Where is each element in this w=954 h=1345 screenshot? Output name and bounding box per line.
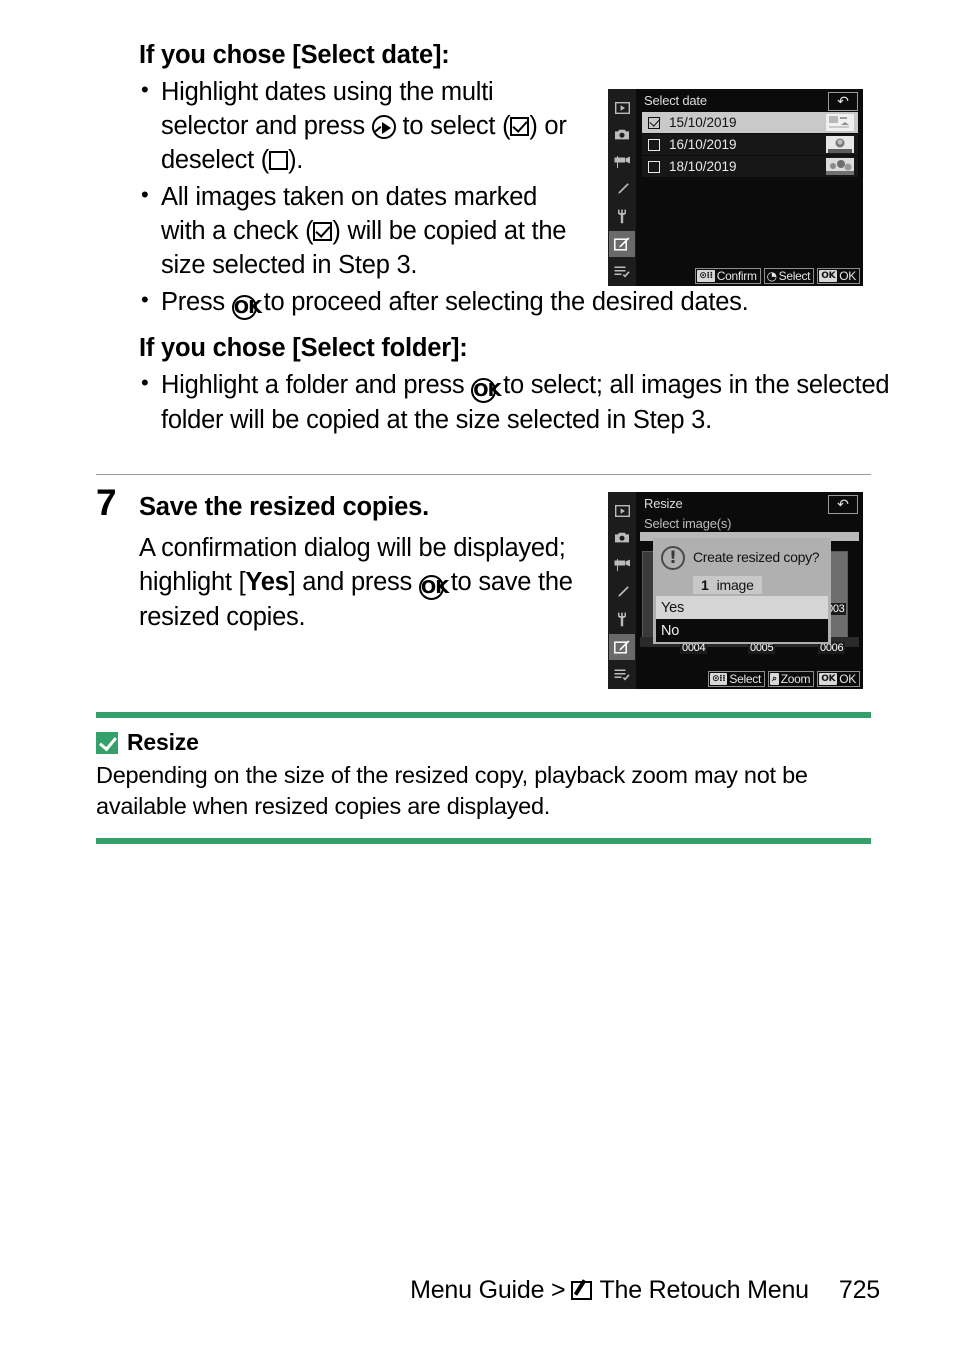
my-menu-icon[interactable] bbox=[609, 259, 635, 284]
date-label: 15/10/2019 bbox=[669, 115, 737, 130]
screen-body: Resize Select image(s) ↶ 0004 0005 0006 … bbox=[636, 492, 863, 689]
date-row[interactable]: 15/10/2019 bbox=[642, 112, 858, 133]
setup-menu-icon[interactable] bbox=[609, 607, 635, 632]
checkmark-note-icon bbox=[96, 731, 118, 754]
screen-title: Resize bbox=[644, 496, 683, 511]
confirm-glyph-icon: ⊙⁝⁝ bbox=[697, 270, 715, 282]
bullet-highlight-folder: Highlight a folder and press OK to selec… bbox=[141, 368, 916, 437]
bullet-all-images: All images taken on dates marked with a … bbox=[141, 180, 581, 282]
dialog-option-yes[interactable]: Yes bbox=[656, 596, 828, 619]
step-7: 7 Save the resized copies. A confirmatio… bbox=[96, 484, 576, 634]
checkbox-empty-icon bbox=[269, 150, 289, 170]
breadcrumb-section: The Retouch Menu bbox=[599, 1276, 809, 1304]
retouch-menu-icon bbox=[571, 1281, 593, 1300]
confirm-dialog: ! Create resized copy? 1 image Yes No bbox=[653, 538, 831, 644]
screen-title: Select date bbox=[644, 93, 707, 108]
date-label: 16/10/2019 bbox=[669, 137, 737, 152]
note-body: Depending on the size of the resized cop… bbox=[96, 762, 808, 820]
dialog-question: Create resized copy? bbox=[693, 549, 820, 565]
toolbar-select-button[interactable]: ◔ Select bbox=[763, 268, 815, 284]
my-menu-icon[interactable] bbox=[609, 662, 635, 687]
note-title: Resize bbox=[127, 729, 199, 755]
dialog-count: 1 image bbox=[693, 576, 762, 594]
toolbar-label: Select bbox=[778, 269, 811, 283]
section-divider bbox=[96, 474, 871, 475]
camera-screen-select-date: Select date ↶ 15/10/2019 16/10/2019 18/1… bbox=[608, 89, 863, 286]
toolbar-label: Zoom bbox=[780, 672, 811, 686]
ok-glyph-icon: OK bbox=[819, 270, 838, 282]
screen-body: Select date ↶ 15/10/2019 16/10/2019 18/1… bbox=[636, 89, 863, 286]
screen-subtitle: Select image(s) bbox=[644, 516, 732, 531]
step-number: 7 bbox=[96, 482, 117, 523]
note-top-bar bbox=[96, 712, 871, 718]
toolbar-confirm-button[interactable]: ⊙⁝⁝ Confirm bbox=[695, 268, 761, 284]
bullet-highlight-dates: Highlight dates using the multi selector… bbox=[141, 75, 581, 177]
row-checkbox-checked-icon[interactable] bbox=[648, 116, 660, 129]
retouch-menu-icon[interactable] bbox=[609, 231, 635, 257]
ok-button-icon: OK bbox=[418, 575, 449, 601]
page-number: 725 bbox=[838, 1276, 880, 1304]
thumbnail bbox=[826, 114, 854, 131]
photo-shooting-menu-icon[interactable] bbox=[609, 122, 635, 147]
custom-settings-menu-icon[interactable] bbox=[609, 177, 635, 202]
toolbar-label: OK bbox=[839, 672, 856, 686]
date-row[interactable]: 16/10/2019 bbox=[642, 134, 858, 155]
toolbar-ok-button[interactable]: OK OK bbox=[817, 671, 860, 687]
photo-shooting-menu-icon[interactable] bbox=[609, 525, 635, 550]
custom-settings-menu-icon[interactable] bbox=[609, 580, 635, 605]
toolbar-label: OK bbox=[839, 269, 856, 283]
playback-menu-icon[interactable] bbox=[609, 95, 635, 120]
multi-selector-right-icon bbox=[371, 114, 396, 139]
breadcrumb: Menu Guide > The Retouch Menu bbox=[410, 1276, 809, 1305]
date-row[interactable]: 18/10/2019 bbox=[642, 156, 858, 177]
movie-shooting-menu-icon[interactable] bbox=[609, 150, 635, 175]
bullet-press-ok: Press OK to proceed after selecting the … bbox=[141, 285, 916, 321]
row-checkbox-empty-icon[interactable] bbox=[648, 160, 660, 173]
manual-page: If you chose [Select date]: Highlight da… bbox=[0, 0, 954, 1345]
camera-screen-resize-confirm: Resize Select image(s) ↶ 0004 0005 0006 … bbox=[608, 492, 863, 689]
menu-rail bbox=[608, 492, 636, 689]
screen-toolbar: ⊙⁝⁝ Confirm ◔ Select OK OK bbox=[695, 268, 860, 284]
toolbar-select-button[interactable]: ⊙⁝⁝ Select bbox=[707, 671, 765, 687]
toolbar-label: Select bbox=[729, 672, 761, 686]
back-icon[interactable]: ↶ bbox=[828, 92, 858, 111]
toolbar-ok-button[interactable]: OK OK bbox=[817, 268, 860, 284]
date-list: 15/10/2019 16/10/2019 18/10/2019 bbox=[642, 112, 858, 178]
retouch-menu-icon[interactable] bbox=[609, 634, 635, 660]
screen-toolbar: ⊙⁝⁝ Select ⌕ Zoom OK OK bbox=[707, 671, 860, 687]
ok-glyph-icon: OK bbox=[819, 673, 838, 685]
breadcrumb-prefix: Menu Guide > bbox=[410, 1276, 566, 1304]
heading-select-folder: If you chose [Select folder]: bbox=[139, 334, 468, 363]
date-label: 18/10/2019 bbox=[669, 159, 737, 174]
checkbox-checked-icon bbox=[510, 116, 530, 136]
row-checkbox-empty-icon[interactable] bbox=[648, 138, 660, 151]
movie-shooting-menu-icon[interactable] bbox=[609, 553, 635, 578]
dial-glyph-icon: ◔ bbox=[766, 269, 777, 283]
bullet-list-select-folder: Highlight a folder and press OK to selec… bbox=[96, 368, 890, 437]
thumbnail bbox=[826, 136, 854, 153]
toolbar-label: Confirm bbox=[716, 269, 757, 283]
setup-menu-icon[interactable] bbox=[609, 204, 635, 229]
playback-menu-icon[interactable] bbox=[609, 498, 635, 523]
step-body: A confirmation dialog will be displayed;… bbox=[139, 534, 573, 632]
dialog-option-no[interactable]: No bbox=[656, 619, 828, 642]
back-icon[interactable]: ↶ bbox=[828, 495, 858, 514]
warning-icon: ! bbox=[661, 546, 685, 570]
select-glyph-icon: ⊙⁝⁝ bbox=[709, 673, 728, 685]
checkbox-checked-icon bbox=[313, 222, 333, 241]
heading-select-date: If you chose [Select date]: bbox=[139, 41, 450, 69]
thumbnail bbox=[826, 158, 854, 175]
dialog-count-value: 1 bbox=[701, 577, 709, 593]
note-box-resize: Resize Depending on the size of the resi… bbox=[96, 712, 871, 844]
magnifier-glyph-icon: ⌕ bbox=[769, 673, 779, 685]
ok-button-icon: OK bbox=[231, 295, 262, 321]
step-title: Save the resized copies. bbox=[139, 493, 430, 521]
note-bottom-bar bbox=[96, 837, 871, 844]
menu-rail bbox=[608, 89, 636, 286]
dialog-count-unit: image bbox=[716, 577, 754, 593]
toolbar-zoom-button[interactable]: ⌕ Zoom bbox=[767, 671, 815, 687]
ok-button-icon: OK bbox=[471, 377, 502, 403]
page-footer: Menu Guide > The Retouch Menu 725 bbox=[0, 1276, 954, 1305]
